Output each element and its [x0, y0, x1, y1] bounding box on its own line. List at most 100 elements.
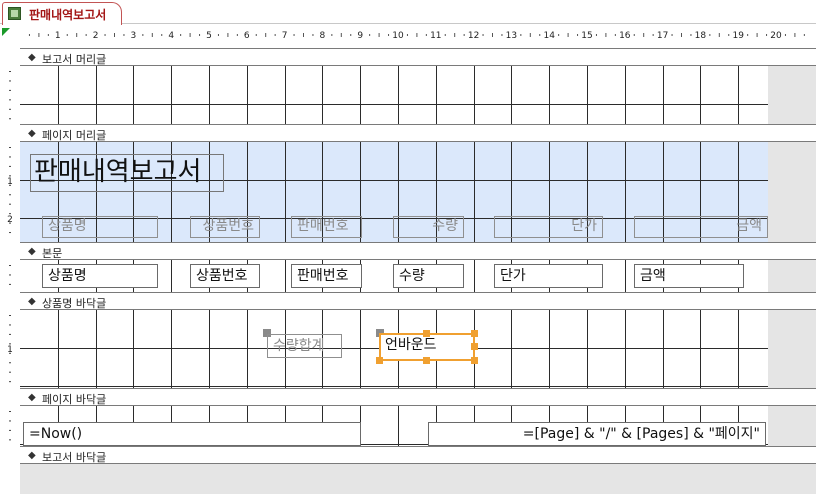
ruler-tick [681, 33, 682, 37]
document-tab-label: 판매내역보고서 [29, 8, 107, 22]
ruler-tick [9, 362, 11, 364]
band-page-header[interactable]: 판매내역보고서 상품명 상품번호 판매번호 수량 단가 금액 [20, 142, 816, 242]
ruler-tick [293, 34, 295, 36]
horizontal-ruler-marks: 1 2 3 4 5 6 7 8 9 10 11 12 13 14 15 16 17 18 19 20 [28, 31, 805, 41]
resize-handle-top-right[interactable] [471, 330, 478, 337]
ruler-number: 13 [506, 31, 517, 41]
ruler-tick [463, 34, 465, 36]
ruler-tick [747, 34, 749, 36]
report-icon [8, 7, 21, 20]
document-tab[interactable]: 판매내역보고서 [2, 2, 122, 25]
grid-line [587, 66, 588, 124]
resize-handle-right[interactable] [471, 343, 478, 350]
label-product-no[interactable]: 상품번호 [190, 216, 260, 238]
report-selector[interactable] [0, 26, 20, 44]
field-page-count[interactable]: =[Page] & "/" & [Pages] & "페이지" [428, 422, 766, 446]
resize-handle-top[interactable] [423, 330, 430, 337]
band-group-footer[interactable]: 수량합계 언바운드 [20, 310, 816, 388]
ruler-number: 14 [543, 31, 555, 41]
ruler-number: 1 [55, 31, 61, 41]
ruler-number: 9 [357, 31, 363, 41]
grid-line [247, 66, 248, 124]
ruler-tick [671, 34, 673, 36]
field-sale-no[interactable]: 판매번호 [291, 264, 362, 288]
ruler-number: 2 [93, 31, 99, 41]
ruler-number: 19 [732, 31, 744, 41]
resize-handle-bottom[interactable] [423, 357, 430, 364]
ruler-tick [274, 34, 276, 36]
report-design-canvas[interactable]: ◆ 보고서 머리글 ◆ 페이지 머리글 판매내역보고서 상품명 상품번호 판매번… [20, 44, 816, 494]
document-tab-strip: 판매내역보고서 [0, 0, 816, 25]
ruler-tick [331, 34, 333, 36]
section-label-report-header: 보고서 머리글 [42, 53, 107, 66]
horizontal-ruler[interactable]: 1 2 3 4 5 6 7 8 9 10 11 12 13 14 15 16 17 18 19 20 [20, 26, 816, 44]
section-bar-report-footer[interactable]: ◆ 보고서 바닥글 [20, 446, 816, 464]
ruler-tick [47, 34, 49, 36]
section-bar-report-header[interactable]: ◆ 보고서 머리글 [20, 48, 816, 66]
resize-handle-bottom-left[interactable] [376, 357, 383, 364]
ruler-tick [633, 34, 635, 36]
ruler-number: 4 [168, 31, 174, 41]
grid-line [474, 142, 475, 242]
field-quantity[interactable]: 수량 [393, 264, 464, 288]
band-detail[interactable]: 상품명 상품번호 판매번호 수량 단가 금액 [20, 260, 816, 292]
field-unit-price[interactable]: 단가 [494, 264, 603, 288]
label-quantity[interactable]: 수량 [393, 216, 464, 238]
grid-line [171, 260, 172, 292]
ruler-tick [189, 33, 191, 37]
vertical-ruler[interactable]: 1 2 1 [0, 44, 20, 494]
label-amount[interactable]: 금액 [634, 216, 768, 238]
grid-line [209, 66, 210, 124]
section-label-report-footer: 보고서 바닥글 [42, 451, 107, 464]
ruler-tick [766, 34, 768, 36]
section-bar-group-footer[interactable]: ◆ 상품명 바닥글 [20, 292, 816, 310]
grid-line [58, 66, 59, 124]
label-unit-price[interactable]: 단가 [494, 216, 603, 238]
ruler-tick [652, 34, 654, 36]
ruler-tick [9, 315, 11, 316]
section-label-page-header: 페이지 머리글 [42, 129, 107, 142]
ruler-tick [378, 33, 380, 37]
ruler-tick [9, 232, 11, 234]
ruler-tick [756, 33, 758, 37]
ruler-tick [444, 34, 446, 36]
ruler-tick [85, 34, 87, 36]
report-title-label[interactable]: 판매내역보고서 [30, 154, 224, 192]
band-report-header[interactable] [20, 66, 816, 124]
resize-handle-bottom-right[interactable] [471, 357, 478, 364]
ruler-tick [9, 156, 11, 158]
ruler-tick [9, 420, 11, 422]
field-now[interactable]: =Now() [23, 422, 361, 446]
ruler-tick [28, 34, 30, 36]
ruler-tick [9, 274, 11, 276]
grid-line [20, 104, 768, 105]
ruler-number: 12 [468, 31, 479, 41]
ruler-tick [161, 34, 163, 36]
ruler-number: 3 [131, 31, 137, 41]
field-product-no[interactable]: 상품번호 [190, 264, 260, 288]
ruler-tick [142, 34, 144, 36]
band-page-footer[interactable]: =Now() =[Page] & "/" & [Pages] & "페이지" [20, 406, 816, 446]
out-of-page-area [768, 310, 816, 388]
label-product-name[interactable]: 상품명 [42, 216, 158, 238]
ruler-tick [803, 34, 805, 36]
grid-line [398, 406, 399, 446]
ruler-tick [9, 381, 11, 383]
grid-line [20, 386, 768, 387]
section-bar-page-header[interactable]: ◆ 페이지 머리글 [20, 124, 816, 142]
section-label-page-footer: 페이지 바닥글 [42, 393, 107, 406]
section-bar-page-footer[interactable]: ◆ 페이지 바닥글 [20, 388, 816, 406]
label-sale-no[interactable]: 판매번호 [291, 216, 362, 238]
grid-line [474, 260, 475, 292]
grid-line [133, 66, 134, 124]
ruler-tick [9, 371, 11, 373]
label-quantity-sum[interactable]: 수량합계 [267, 334, 342, 358]
ruler-tick [9, 283, 11, 285]
section-bar-detail[interactable]: ◆ 본문 [20, 242, 816, 260]
ruler-tick [340, 33, 342, 37]
field-product-name[interactable]: 상품명 [42, 264, 158, 288]
grid-line [171, 66, 172, 124]
field-amount[interactable]: 금액 [634, 264, 744, 288]
ruler-tick [690, 34, 692, 36]
grid-line [625, 66, 626, 124]
